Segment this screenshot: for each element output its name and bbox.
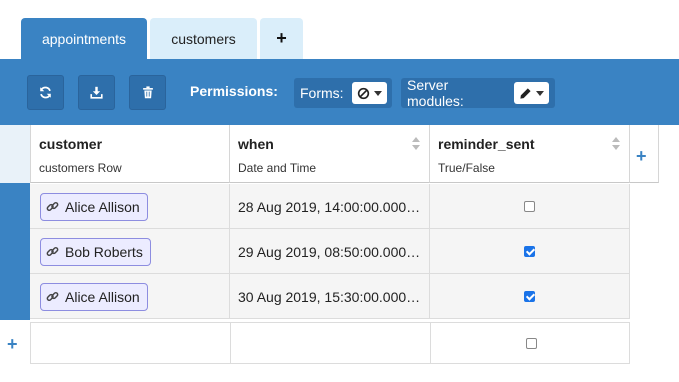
reminder-sent-cell xyxy=(430,274,630,319)
header-gutter xyxy=(0,125,30,183)
customer-name: Alice Allison xyxy=(65,288,140,305)
column-name: customer xyxy=(39,136,103,152)
column-header-customer[interactable]: customer customers Row xyxy=(30,125,230,183)
add-row-button[interactable]: + xyxy=(7,334,18,355)
download-button[interactable] xyxy=(78,75,115,110)
data-tables-page: appointments customers + Permissions: Fo… xyxy=(0,0,679,382)
tab-appointments[interactable]: appointments xyxy=(21,18,147,59)
table-toolbar: Permissions: Forms: Server modules: xyxy=(0,59,679,125)
new-when-cell[interactable] xyxy=(231,323,431,363)
reminder-sent-checkbox[interactable] xyxy=(524,291,535,302)
when-cell[interactable]: 30 Aug 2019, 15:30:00.000… xyxy=(230,274,430,319)
row-link-chip[interactable]: Alice Allison xyxy=(40,282,148,311)
ban-icon xyxy=(357,87,369,99)
reminder-sent-cell xyxy=(430,229,630,274)
reminder-sent-checkbox[interactable] xyxy=(524,201,535,212)
server-modules-label: Server modules: xyxy=(407,77,464,109)
delete-table-button[interactable] xyxy=(129,75,166,110)
sort-icon[interactable] xyxy=(412,137,420,151)
customer-name: Alice Allison xyxy=(65,198,140,215)
chevron-down-icon xyxy=(536,90,544,96)
column-type: Date and Time xyxy=(238,161,317,175)
forms-permission-select[interactable] xyxy=(351,82,387,104)
row-link-chip[interactable]: Bob Roberts xyxy=(40,237,151,266)
new-customer-cell[interactable] xyxy=(31,323,231,363)
column-type: customers Row xyxy=(39,161,122,175)
customer-name: Bob Roberts xyxy=(65,243,143,260)
trash-icon xyxy=(142,86,153,99)
table-tabs: appointments customers + xyxy=(21,18,306,59)
permissions-label: Permissions: xyxy=(190,83,278,99)
reminder-sent-cell xyxy=(430,184,630,229)
when-cell[interactable]: 28 Aug 2019, 14:00:00.000… xyxy=(230,184,430,229)
new-reminder-sent-checkbox[interactable] xyxy=(525,337,537,349)
column-header-when[interactable]: when Date and Time xyxy=(230,125,430,183)
server-modules-permission-group: Server modules: xyxy=(401,77,555,109)
new-row xyxy=(30,322,630,364)
refresh-button[interactable] xyxy=(27,75,64,110)
download-icon xyxy=(90,86,103,99)
add-table-tab[interactable]: + xyxy=(260,18,303,59)
column-type: True/False xyxy=(438,161,495,175)
sort-icon[interactable] xyxy=(612,137,620,151)
refresh-icon xyxy=(40,86,51,99)
chevron-down-icon xyxy=(373,90,382,96)
table-row: Alice Allison 28 Aug 2019, 14:00:00.000… xyxy=(30,184,630,229)
server-modules-permission-select[interactable] xyxy=(514,82,549,104)
link-icon xyxy=(46,201,59,212)
table-row: Bob Roberts 29 Aug 2019, 08:50:00.000… xyxy=(30,229,630,274)
column-header-reminder-sent[interactable]: reminder_sent True/False xyxy=(430,125,630,183)
forms-permission-group: Forms: xyxy=(294,78,392,108)
column-name: reminder_sent xyxy=(438,136,535,152)
row-link-chip[interactable]: Alice Allison xyxy=(40,192,148,221)
tab-customers[interactable]: customers xyxy=(150,18,257,59)
customer-cell: Bob Roberts xyxy=(30,229,230,274)
link-icon xyxy=(46,291,59,302)
forms-label: Forms: xyxy=(300,85,344,101)
customer-cell: Alice Allison xyxy=(30,274,230,319)
new-reminder-sent-cell xyxy=(431,323,631,363)
column-name: when xyxy=(238,136,274,152)
link-icon xyxy=(46,246,59,257)
reminder-sent-checkbox[interactable] xyxy=(524,246,535,257)
table-row: Alice Allison 30 Aug 2019, 15:30:00.000… xyxy=(30,274,630,319)
customer-cell: Alice Allison xyxy=(30,184,230,229)
when-cell[interactable]: 29 Aug 2019, 08:50:00.000… xyxy=(230,229,430,274)
add-column-button[interactable]: + xyxy=(636,146,647,167)
pencil-icon xyxy=(520,87,531,99)
